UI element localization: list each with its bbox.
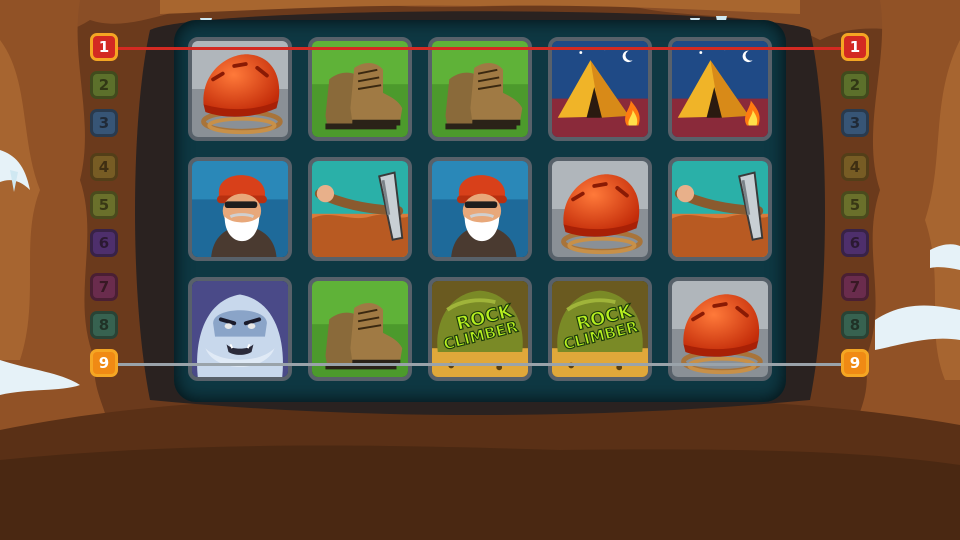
right-line-marker-4[interactable]: 4 [841, 153, 869, 181]
left-line-marker-8[interactable]: 8 [90, 311, 118, 339]
tent-symbol-tile [548, 37, 652, 141]
climber-symbol-tile [188, 157, 292, 261]
climber-icon [432, 161, 528, 257]
boots-icon [432, 41, 528, 137]
helmet-icon [552, 161, 648, 257]
icepick-icon [312, 161, 408, 257]
right-line-marker-1[interactable]: 1 [841, 33, 869, 61]
boots-icon [312, 41, 408, 137]
left-line-marker-2[interactable]: 2 [90, 71, 118, 99]
boots-symbol-tile [428, 37, 532, 141]
right-line-marker-9[interactable]: 9 [841, 349, 869, 377]
left-line-marker-3[interactable]: 3 [90, 109, 118, 137]
left-line-marker-7[interactable]: 7 [90, 273, 118, 301]
payline-9 [104, 363, 856, 366]
helmet-symbol-tile [548, 157, 652, 261]
icepick-symbol-tile [308, 157, 412, 261]
right-line-marker-7[interactable]: 7 [841, 273, 869, 301]
right-line-marker-2[interactable]: 2 [841, 71, 869, 99]
left-line-marker-5[interactable]: 5 [90, 191, 118, 219]
boots-symbol-tile [308, 37, 412, 141]
payline-1 [104, 47, 856, 50]
tent-symbol-tile [668, 37, 772, 141]
left-line-marker-4[interactable]: 4 [90, 153, 118, 181]
left-line-marker-1[interactable]: 1 [90, 33, 118, 61]
right-line-marker-8[interactable]: 8 [841, 311, 869, 339]
left-line-marker-6[interactable]: 6 [90, 229, 118, 257]
right-line-marker-5[interactable]: 5 [841, 191, 869, 219]
tent-icon [672, 41, 768, 137]
right-line-marker-6[interactable]: 6 [841, 229, 869, 257]
left-line-marker-9[interactable]: 9 [90, 349, 118, 377]
climber-symbol-tile [428, 157, 532, 261]
helmet-symbol-tile [188, 37, 292, 141]
slot-game-stage: ROCK CLIMBER ROCK CLIMBER 123456789 1234… [0, 0, 960, 540]
climber-icon [192, 161, 288, 257]
right-line-marker-3[interactable]: 3 [841, 109, 869, 137]
helmet-icon [192, 41, 288, 137]
tent-icon [552, 41, 648, 137]
icepick-symbol-tile [668, 157, 772, 261]
icepick-icon [672, 161, 768, 257]
